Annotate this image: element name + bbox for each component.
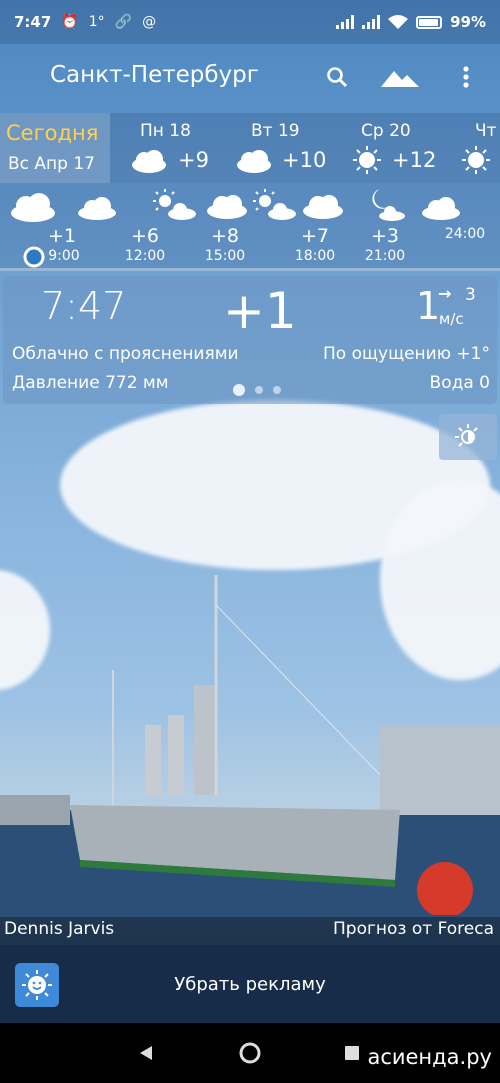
hour-temp: +6	[130, 225, 159, 247]
signal-icon	[362, 15, 381, 29]
day-temp: +10	[282, 148, 327, 172]
cloud-icon	[237, 150, 271, 173]
app-bar: Санкт-Петербург	[0, 44, 500, 110]
hourly-forecast-strip[interactable]: +1 9:00 +6 12:00 +8 15:00 +7 18:00 +3 21:00 2…	[0, 183, 500, 271]
wind-gust: 3	[465, 285, 476, 305]
watermark-text: асиенда.ру	[367, 1045, 492, 1069]
nav-recents-button[interactable]	[340, 1041, 364, 1065]
day-temp: +12	[392, 148, 437, 172]
nav-home-button[interactable]	[238, 1041, 262, 1065]
wind-unit: м/с	[439, 310, 464, 328]
hour-time: 24:00	[444, 226, 486, 242]
remove-ads-bar[interactable]: Убрать рекламу	[0, 945, 500, 1023]
day-name: Пн 18	[140, 121, 191, 141]
nav-back-button[interactable]	[134, 1041, 158, 1065]
remove-ads-label: Убрать рекламу	[174, 974, 326, 995]
signal-icon	[336, 15, 355, 29]
cloud-icon	[11, 193, 55, 222]
hour-time: 9:00	[48, 248, 80, 264]
status-bar: 7:47 ⏰ 1° 🔗 @ 99%	[0, 0, 500, 44]
day-item[interactable]: Вт 19 +10	[235, 113, 335, 183]
page-indicator	[233, 384, 281, 396]
search-icon[interactable]	[322, 62, 352, 92]
sun-cloud-icon	[253, 189, 296, 220]
sun-moon-button[interactable]	[439, 414, 497, 460]
hour-temp: +3	[370, 225, 399, 247]
day-today[interactable]: Сегодня Вс Апр 17	[0, 113, 110, 183]
cruiser-ship-illustration	[0, 575, 500, 915]
at-icon: @	[142, 14, 157, 30]
recents-square-icon	[345, 1046, 359, 1060]
link-icon: 🔗	[114, 14, 133, 30]
hour-temp: +1	[47, 225, 76, 247]
hour-time: 18:00	[294, 248, 336, 264]
day-name: Чт	[475, 121, 497, 141]
day-item[interactable]: Чт	[457, 113, 500, 183]
cloud-icon	[132, 150, 166, 173]
hour-item[interactable]: 24:00	[430, 225, 500, 242]
page-dot-active	[233, 384, 245, 396]
battery-icon	[416, 15, 443, 29]
back-triangle-icon	[140, 1046, 152, 1060]
photo-credits: Dennis Jarvis Прогноз от Foreca	[0, 917, 500, 945]
pressure: Давление 772 мм	[12, 373, 169, 393]
home-circle-icon	[239, 1042, 261, 1064]
status-time: 7:47	[14, 13, 52, 31]
current-time: 7:47	[41, 284, 127, 328]
photo-author[interactable]: Dennis Jarvis	[4, 919, 114, 939]
sun-moon-icon	[455, 424, 478, 447]
hour-time: 12:00	[124, 248, 166, 264]
day-item[interactable]: Ср 20 +12	[348, 113, 448, 183]
day-temp: +9	[178, 148, 209, 172]
more-vert-icon[interactable]	[451, 62, 481, 92]
battery-percent: 99%	[450, 13, 486, 31]
hour-item[interactable]: +1 9:00	[27, 225, 97, 264]
sun-cloud-icon	[153, 189, 196, 220]
hour-temp: +7	[300, 225, 329, 247]
landscape-icon[interactable]	[380, 62, 420, 92]
cloud-icon	[303, 195, 343, 219]
moon-cloud-icon	[372, 189, 405, 221]
wind-speed: 1	[416, 284, 441, 328]
hour-item[interactable]: +8 15:00	[190, 225, 260, 264]
wind-direction-arrow: →	[438, 284, 452, 303]
weather-condition: Облачно с прояснениями	[12, 344, 239, 364]
cloud-icon	[207, 195, 247, 219]
cloud-icon	[78, 197, 116, 220]
hour-item[interactable]: +3 21:00	[350, 225, 420, 264]
sun-icon	[353, 146, 381, 174]
city-name[interactable]: Санкт-Петербург	[50, 62, 259, 88]
today-date: Вс Апр 17	[8, 154, 95, 174]
alarm-icon: ⏰	[61, 14, 79, 30]
hour-item[interactable]: +7 18:00	[280, 225, 350, 264]
day-item[interactable]: Пн 18 +9	[130, 113, 230, 183]
day-name: Вт 19	[251, 121, 300, 141]
cloud-icon	[422, 197, 460, 220]
hour-time: 15:00	[204, 248, 246, 264]
hourly-progress-track	[0, 268, 500, 271]
feels-like: По ощущению +1°	[323, 344, 490, 364]
current-temperature: +1	[223, 282, 297, 340]
hour-time: 21:00	[364, 248, 406, 264]
temperature-indicator: 1°	[88, 14, 105, 30]
daily-forecast-strip[interactable]: Сегодня Вс Апр 17 Пн 18 +9 Вт 19 +10 Ср …	[0, 113, 500, 183]
sun-icon	[462, 146, 490, 174]
page-dot	[273, 386, 281, 394]
hour-item[interactable]: +6 12:00	[110, 225, 180, 264]
system-nav-bar: асиенда.ру	[0, 1023, 500, 1083]
day-name: Ср 20	[361, 121, 411, 141]
page-dot	[255, 386, 263, 394]
hour-temp: +8	[210, 225, 239, 247]
wifi-icon	[388, 14, 409, 29]
current-weather-card[interactable]: 7:47 +1 1 → м/с 3 Облачно с прояснениями…	[3, 276, 497, 404]
forecast-provider[interactable]: Прогноз от Foreca	[333, 919, 494, 939]
today-label: Сегодня	[6, 121, 99, 145]
water-temperature: Вода 0	[429, 373, 490, 393]
